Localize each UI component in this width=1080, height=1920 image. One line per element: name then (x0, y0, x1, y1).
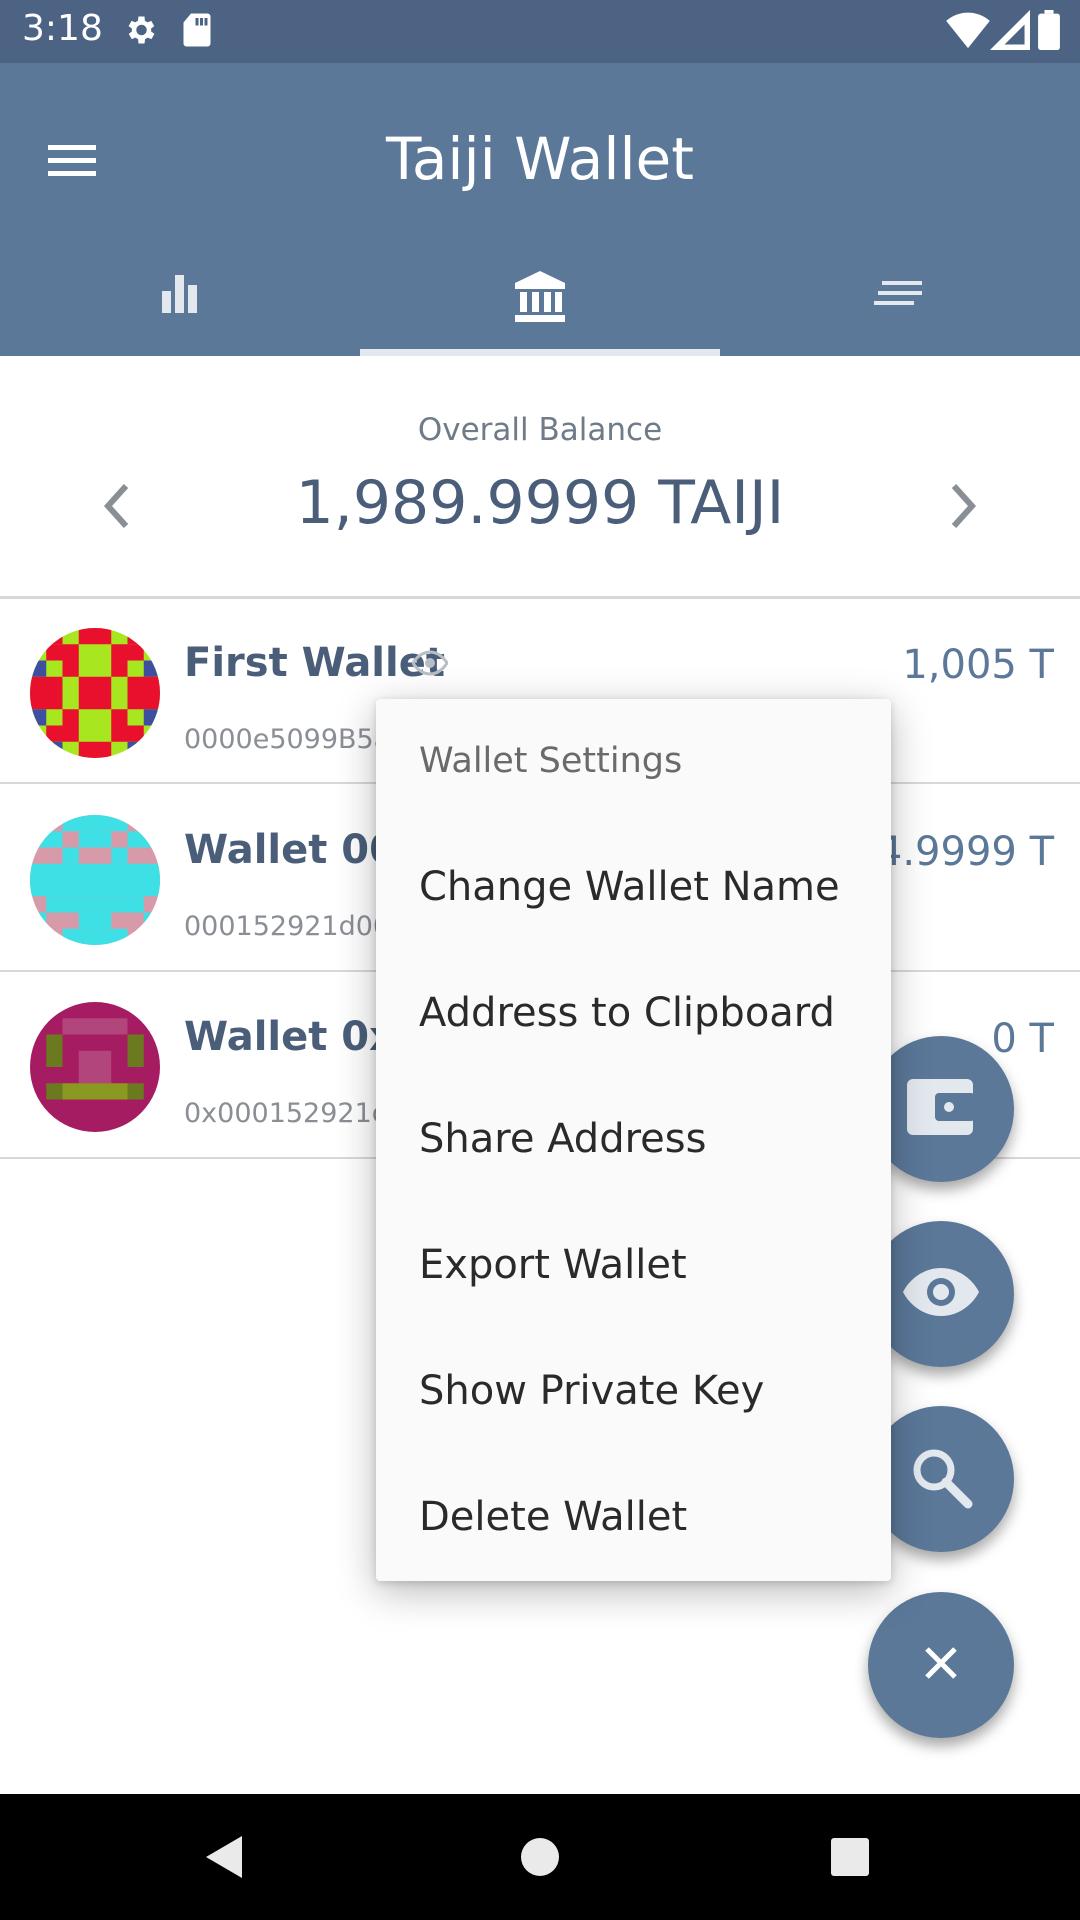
bar-chart-icon (156, 263, 204, 321)
menu-item-show-private-key[interactable]: Show Private Key (419, 1368, 764, 1414)
close-fab-button[interactable] (868, 1592, 1014, 1738)
menu-item-share-address[interactable]: Share Address (419, 1116, 706, 1162)
settings-gear-icon (122, 12, 158, 52)
balance-label: Overall Balance (417, 412, 663, 448)
tab-statistics[interactable] (0, 263, 360, 356)
wifi-icon (946, 10, 990, 54)
home-icon[interactable] (520, 1837, 560, 1881)
bank-icon (512, 263, 568, 329)
balance-value: 1,989.9999 TAIJI (295, 468, 785, 538)
avatar (30, 1002, 160, 1132)
selected-tab-indicator (360, 349, 720, 356)
tab-transactions[interactable] (720, 263, 1080, 356)
wallet-address: 000152921d00 (184, 911, 391, 942)
close-icon (923, 1645, 959, 1685)
avatar (30, 628, 160, 758)
menu-item-change-wallet-name[interactable]: Change Wallet Name (419, 864, 840, 910)
chevron-left-icon[interactable] (92, 476, 142, 536)
system-nav-bar (0, 1794, 1080, 1920)
sd-card-icon (182, 12, 212, 52)
battery-icon (1038, 10, 1060, 54)
menu-item-delete-wallet[interactable]: Delete Wallet (419, 1494, 687, 1540)
wallet-settings-menu: Wallet Settings Change Wallet Name Addre… (376, 699, 891, 1581)
signal-icon (990, 10, 1030, 54)
wallet-amount: 0 T (991, 1016, 1054, 1062)
chevron-right-icon[interactable] (938, 476, 988, 536)
eye-icon[interactable] (411, 650, 449, 680)
menu-header: Wallet Settings (419, 741, 683, 781)
wallet-amount: 1,005 T (902, 642, 1054, 688)
recents-icon[interactable] (830, 1837, 870, 1881)
status-bar: 3:18 (0, 0, 1080, 63)
wallet-address: 0000e5099B5a (184, 724, 391, 755)
eye-icon (901, 1264, 981, 1324)
list-lines-icon (874, 263, 926, 321)
app-title: Taiji Wallet (386, 125, 694, 193)
wallet-icon (905, 1075, 977, 1143)
search-icon (908, 1444, 974, 1514)
wallet-address: 0x000152921d (184, 1098, 389, 1129)
divider (0, 596, 1080, 599)
app-bar: Taiji Wallet (0, 63, 1080, 356)
back-icon[interactable] (204, 1834, 244, 1884)
status-time: 3:18 (22, 8, 103, 49)
tab-wallets[interactable] (360, 263, 720, 356)
overall-balance-panel: Overall Balance 1,989.9999 TAIJI (0, 356, 1080, 596)
wallet-name: First Wallet (184, 640, 445, 686)
avatar (30, 815, 160, 945)
menu-item-export-wallet[interactable]: Export Wallet (419, 1242, 687, 1288)
menu-item-address-to-clipboard[interactable]: Address to Clipboard (419, 990, 835, 1036)
